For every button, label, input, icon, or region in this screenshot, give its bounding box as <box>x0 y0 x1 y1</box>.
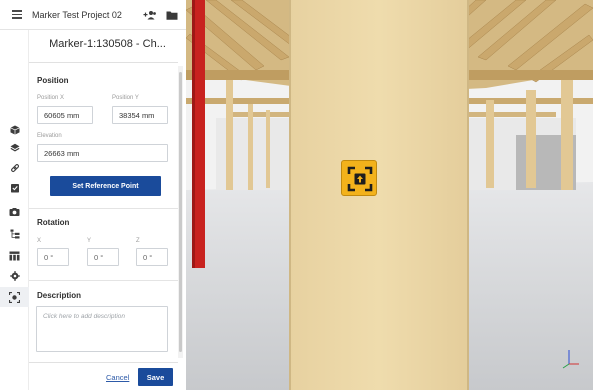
rotation-y-label: Y <box>87 238 92 244</box>
rotation-x-field[interactable]: 0 ° <box>37 248 69 266</box>
cancel-button[interactable]: Cancel <box>106 373 129 382</box>
rotation-y-field[interactable]: 0 ° <box>87 248 119 266</box>
save-button[interactable]: Save <box>138 368 173 386</box>
project-title: Marker Test Project 02 <box>32 9 122 20</box>
position-x-label: Position X <box>37 95 65 101</box>
description-section-label: Description <box>37 291 82 300</box>
marker-title: Marker-1:130508 - Ch... <box>49 38 166 50</box>
divider <box>29 62 178 63</box>
description-textarea[interactable]: Click here to add description <box>36 306 168 352</box>
hamburger-menu-icon[interactable] <box>6 0 28 30</box>
top-app-bar: Marker Test Project 02 <box>0 0 186 30</box>
rotation-z-label: Z <box>136 238 140 244</box>
settings-icon[interactable] <box>0 266 29 286</box>
divider <box>29 208 178 209</box>
3d-scene <box>186 0 593 390</box>
table-icon[interactable] <box>0 246 29 266</box>
rotation-x-label: X <box>37 238 42 244</box>
elevation-label: Elevation <box>37 133 62 139</box>
hierarchy-icon[interactable] <box>0 224 29 244</box>
rotation-z-field[interactable]: 0 ° <box>136 248 168 266</box>
layers-icon[interactable] <box>0 138 29 158</box>
position-y-label: Position Y <box>112 95 139 101</box>
folder-icon[interactable] <box>164 7 180 23</box>
3d-viewport[interactable] <box>186 0 593 390</box>
checklist-icon[interactable] <box>0 178 29 198</box>
tool-strip <box>0 30 29 390</box>
position-y-field[interactable]: 38354 mm <box>112 106 168 124</box>
set-reference-point-button[interactable]: Set Reference Point <box>50 176 161 196</box>
rotation-section-label: Rotation <box>37 218 70 227</box>
position-x-field[interactable]: 60605 mm <box>37 106 93 124</box>
link-icon[interactable] <box>0 158 29 178</box>
divider <box>29 362 178 363</box>
camera-icon[interactable] <box>0 202 29 222</box>
position-section-label: Position <box>37 76 69 85</box>
box-icon[interactable] <box>0 120 29 140</box>
elevation-field[interactable]: 26663 mm <box>37 144 168 162</box>
marker-icon[interactable] <box>341 160 377 196</box>
marker-icon[interactable] <box>0 287 29 307</box>
divider <box>29 280 178 281</box>
panel-scrollbar[interactable] <box>178 66 183 358</box>
add-people-icon[interactable] <box>142 7 158 23</box>
